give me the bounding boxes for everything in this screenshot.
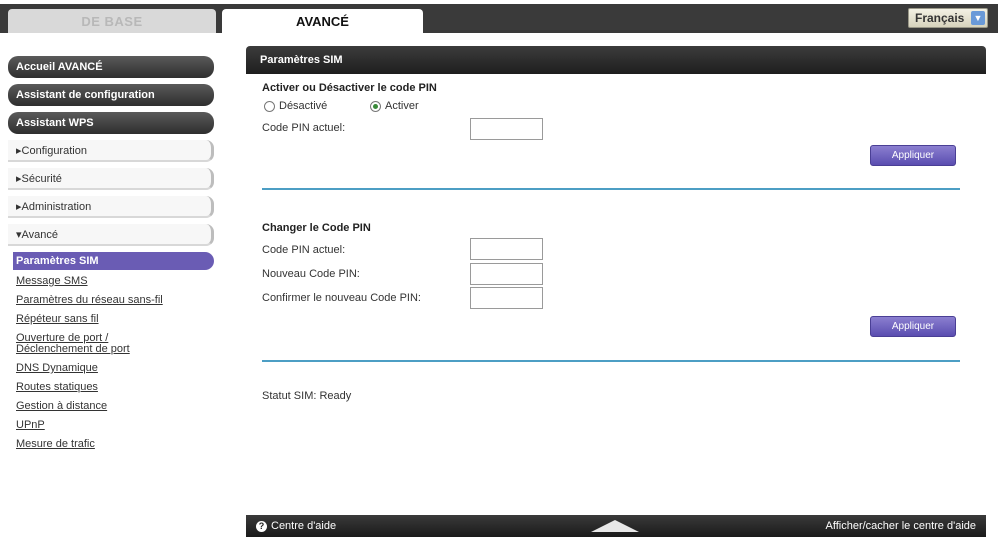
expand-triangle-icon[interactable] — [591, 520, 639, 532]
radio-enable-pin-label: Activer — [385, 100, 419, 112]
help-center-label: Centre d'aide — [271, 520, 337, 532]
sidebar-item-dynamic-dns[interactable]: DNS Dynamique — [16, 363, 214, 374]
change-current-pin-label: Code PIN actuel: — [262, 244, 346, 256]
sidebar: Accueil AVANCÉ Assistant de configuratio… — [8, 56, 214, 458]
help-center-link[interactable]: ? Centre d'aide — [256, 520, 336, 532]
chevron-down-icon[interactable]: ▼ — [971, 11, 985, 25]
sidebar-button-wps-wizard[interactable]: Assistant WPS — [8, 112, 214, 134]
change-current-pin-input[interactable] — [470, 238, 543, 260]
sidebar-item-port-forwarding[interactable]: Ouverture de port / Déclenchement de por… — [16, 333, 166, 355]
top-bar: DE BASE AVANCÉ Français ▼ — [0, 0, 998, 33]
toggle-help-center[interactable]: Afficher/cacher le centre d'aide — [826, 520, 976, 532]
radio-enable-pin[interactable]: Activer — [370, 100, 419, 112]
current-pin-input[interactable] — [470, 118, 543, 140]
help-icon: ? — [256, 520, 267, 532]
new-pin-label: Nouveau Code PIN: — [262, 268, 360, 280]
help-footer: ? Centre d'aide Afficher/cacher le centr… — [246, 515, 986, 537]
change-pin-section-title: Changer le Code PIN — [262, 222, 371, 234]
sidebar-item-wireless-settings[interactable]: Paramètres du réseau sans-fil — [16, 295, 166, 306]
sidebar-item-traffic-meter[interactable]: Mesure de trafic — [16, 439, 214, 450]
sim-status: Statut SIM: Ready — [262, 390, 352, 402]
sidebar-button-setup-wizard[interactable]: Assistant de configuration — [8, 84, 214, 106]
language-select-value: Français — [915, 11, 965, 25]
panel-title: Paramètres SIM — [246, 46, 986, 74]
radio-disable-pin[interactable]: Désactivé — [264, 100, 327, 112]
sidebar-item-upnp[interactable]: UPnP — [16, 420, 214, 431]
section-divider — [262, 188, 960, 190]
sidebar-item-advanced[interactable]: ▾Avancé — [8, 224, 214, 246]
current-pin-label: Code PIN actuel: — [262, 122, 346, 134]
sidebar-item-static-routes[interactable]: Routes statiques — [16, 382, 214, 393]
tab-advanced[interactable]: AVANCÉ — [222, 9, 423, 33]
sidebar-button-home[interactable]: Accueil AVANCÉ — [8, 56, 214, 78]
radio-enable-pin-circle[interactable] — [370, 100, 381, 112]
apply-pin-button[interactable]: Appliquer — [870, 145, 956, 166]
sidebar-item-administration[interactable]: ▸Administration — [8, 196, 214, 218]
confirm-pin-label: Confirmer le nouveau Code PIN: — [262, 292, 421, 304]
sidebar-item-configuration[interactable]: ▸Configuration — [8, 140, 214, 162]
sidebar-item-security[interactable]: ▸Sécurité — [8, 168, 214, 190]
confirm-pin-input[interactable] — [470, 287, 543, 309]
radio-disable-pin-label: Désactivé — [279, 100, 328, 112]
section-divider-2 — [262, 360, 960, 362]
sim-settings-panel: Paramètres SIM Activer ou Désactiver le … — [246, 46, 986, 526]
apply-change-pin-button[interactable]: Appliquer — [870, 316, 956, 337]
sidebar-item-remote-management[interactable]: Gestion à distance — [16, 401, 214, 412]
sidebar-item-wireless-repeater[interactable]: Répéteur sans fil — [16, 314, 214, 325]
tab-basic[interactable]: DE BASE — [8, 9, 216, 33]
language-select[interactable]: Français ▼ — [908, 8, 988, 28]
sidebar-sub-list: Paramètres SIM Message SMS Paramètres du… — [8, 252, 214, 450]
new-pin-input[interactable] — [470, 263, 543, 285]
pin-section-title: Activer ou Désactiver le code PIN — [262, 82, 437, 94]
sidebar-item-sim-settings[interactable]: Paramètres SIM — [13, 252, 214, 270]
radio-disable-pin-circle[interactable] — [264, 100, 275, 112]
sidebar-item-sms[interactable]: Message SMS — [16, 276, 214, 287]
